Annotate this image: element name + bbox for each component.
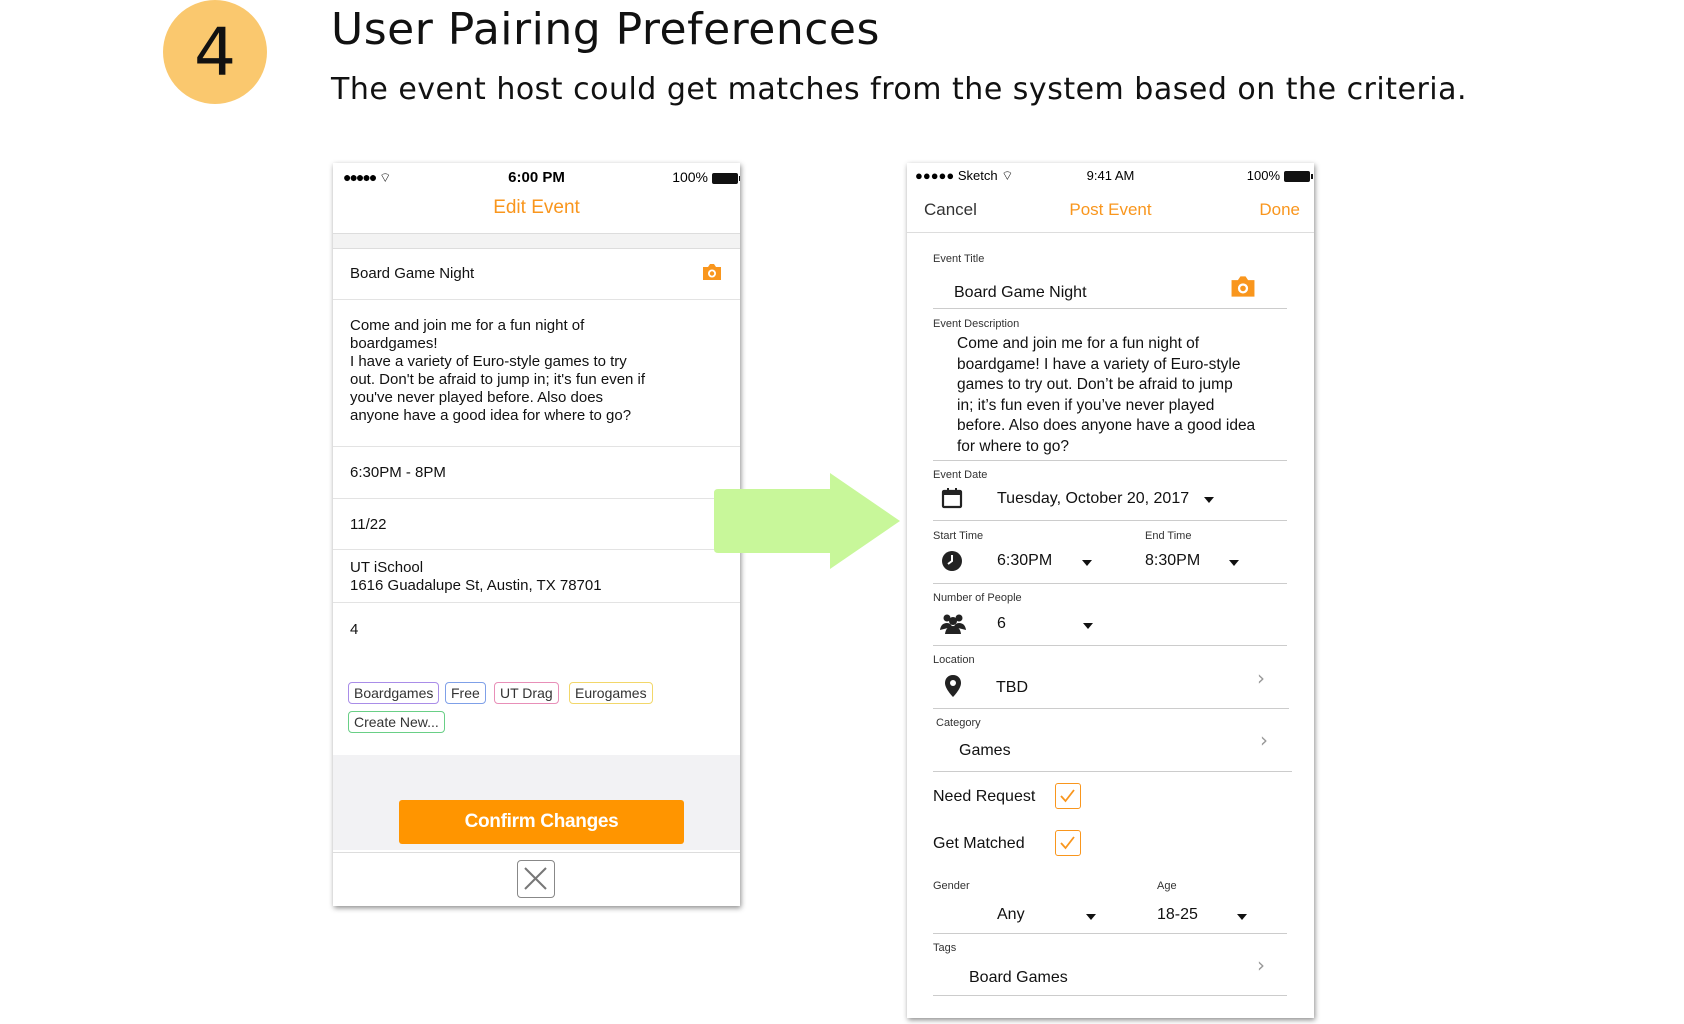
divider — [933, 995, 1287, 996]
chevron-right-icon[interactable]: › — [1257, 666, 1265, 690]
number-of-people-select[interactable]: 6 — [997, 615, 1006, 633]
divider — [933, 933, 1287, 934]
tags-label: Tags — [933, 942, 957, 954]
tags-value[interactable]: Board Games — [969, 969, 1068, 987]
checkmark-icon — [1060, 789, 1075, 803]
event-date-value: 11/22 — [350, 516, 387, 533]
event-location-value: UT iSchool 1616 Guadalupe St, Austin, TX… — [350, 559, 602, 594]
end-time-label: End Time — [1145, 530, 1192, 542]
status-bar: ●●●●● Sketch ⌔ 9:41 AM 100% — [907, 168, 1314, 186]
end-time-select[interactable]: 8:30PM — [1145, 552, 1200, 570]
event-date-select[interactable]: Tuesday, October 20, 2017 — [997, 490, 1189, 508]
status-bar: ●●●●● ⌔ 6:00 PM 100% — [333, 169, 740, 189]
category-label: Category — [936, 717, 981, 729]
close-button[interactable] — [517, 860, 555, 898]
event-title-value: Board Game Night — [350, 265, 475, 282]
done-button[interactable]: Done — [1259, 200, 1300, 220]
location-value[interactable]: TBD — [996, 679, 1028, 697]
chevron-right-icon[interactable]: › — [1257, 953, 1265, 977]
page-subtitle: The event host could get matches from th… — [331, 72, 1468, 107]
start-time-select[interactable]: 6:30PM — [997, 552, 1052, 570]
create-tag-button[interactable]: Create New... — [348, 711, 445, 733]
divider — [933, 460, 1287, 461]
event-description-row[interactable]: Come and join me for a fun night of boar… — [333, 299, 740, 447]
camera-icon[interactable] — [1229, 275, 1257, 298]
event-title-row[interactable]: Board Game Night — [333, 248, 740, 300]
chevron-down-icon[interactable] — [1082, 560, 1092, 566]
clock-icon — [942, 551, 962, 571]
get-matched-checkbox[interactable] — [1055, 830, 1081, 856]
step-number-badge: 4 — [163, 0, 267, 104]
number-of-people-label: Number of People — [933, 592, 1022, 604]
divider — [933, 520, 1287, 521]
camera-icon[interactable] — [701, 263, 723, 281]
divider — [933, 645, 1287, 646]
event-location-row[interactable]: UT iSchool 1616 Guadalupe St, Austin, TX… — [333, 549, 740, 603]
need-request-label: Need Request — [933, 788, 1036, 805]
battery-indicator: 100% — [1247, 168, 1313, 183]
event-title-label: Event Title — [933, 253, 985, 265]
event-title-input[interactable]: Board Game Night — [954, 284, 1087, 302]
get-matched-label: Get Matched — [933, 835, 1025, 852]
chevron-down-icon[interactable] — [1204, 497, 1214, 503]
tag-list: Boardgames Free UT Drag Eurogames Create… — [333, 655, 740, 755]
chevron-right-icon[interactable]: › — [1260, 728, 1268, 752]
nav-bar: Cancel Post Event Done — [907, 187, 1314, 233]
edit-event-screen: ●●●●● ⌔ 6:00 PM 100% Edit Event Board Ga… — [333, 163, 740, 906]
page-title: User Pairing Preferences — [331, 4, 880, 55]
step-number: 4 — [194, 13, 236, 91]
event-description-input[interactable]: Come and join me for a fun night of boar… — [957, 334, 1277, 458]
chevron-down-icon[interactable] — [1229, 560, 1239, 566]
gender-label: Gender — [933, 880, 970, 892]
checkmark-icon — [1060, 836, 1075, 850]
post-event-screen: ●●●●● Sketch ⌔ 9:41 AM 100% Cancel Post … — [907, 163, 1314, 1018]
divider — [933, 708, 1289, 709]
need-request-checkbox[interactable] — [1055, 783, 1081, 809]
tag-chip[interactable]: Boardgames — [348, 682, 440, 704]
transition-arrow-icon — [714, 473, 900, 569]
event-time-row[interactable]: 6:30PM - 8PM — [333, 446, 740, 499]
calendar-icon — [941, 488, 963, 509]
tag-chip[interactable]: UT Drag — [494, 682, 559, 704]
divider — [933, 771, 1292, 772]
divider — [933, 308, 1287, 309]
nav-title: Post Event — [1069, 200, 1152, 219]
location-pin-icon — [945, 675, 961, 697]
location-label: Location — [933, 654, 975, 666]
event-time-value: 6:30PM - 8PM — [350, 464, 446, 481]
people-icon — [940, 614, 966, 634]
nav-title: Edit Event — [493, 197, 580, 218]
bottom-bar — [333, 852, 740, 906]
category-value[interactable]: Games — [959, 742, 1011, 760]
chevron-down-icon[interactable] — [1083, 623, 1093, 629]
gender-select[interactable]: Any — [997, 906, 1025, 924]
start-time-label: Start Time — [933, 530, 984, 542]
confirm-changes-button[interactable]: Confirm Changes — [399, 800, 684, 844]
event-people-row[interactable]: 4 — [333, 602, 740, 656]
event-description-label: Event Description — [933, 318, 1020, 330]
tag-chip[interactable]: Eurogames — [569, 682, 653, 704]
close-icon — [524, 867, 547, 890]
battery-icon — [712, 172, 740, 184]
tag-chip[interactable]: Free — [445, 682, 486, 704]
age-label: Age — [1157, 880, 1177, 892]
event-description-value: Come and join me for a fun night of boar… — [350, 317, 646, 424]
event-people-value: 4 — [350, 621, 359, 638]
age-select[interactable]: 18-25 — [1157, 906, 1198, 924]
battery-icon — [1284, 171, 1313, 183]
section-divider — [333, 233, 740, 249]
chevron-down-icon[interactable] — [1237, 914, 1247, 920]
battery-indicator: 100% — [672, 169, 740, 185]
event-date-row[interactable]: 11/22 — [333, 498, 740, 550]
chevron-down-icon[interactable] — [1086, 914, 1096, 920]
event-date-label: Event Date — [933, 469, 988, 481]
divider — [933, 583, 1287, 584]
